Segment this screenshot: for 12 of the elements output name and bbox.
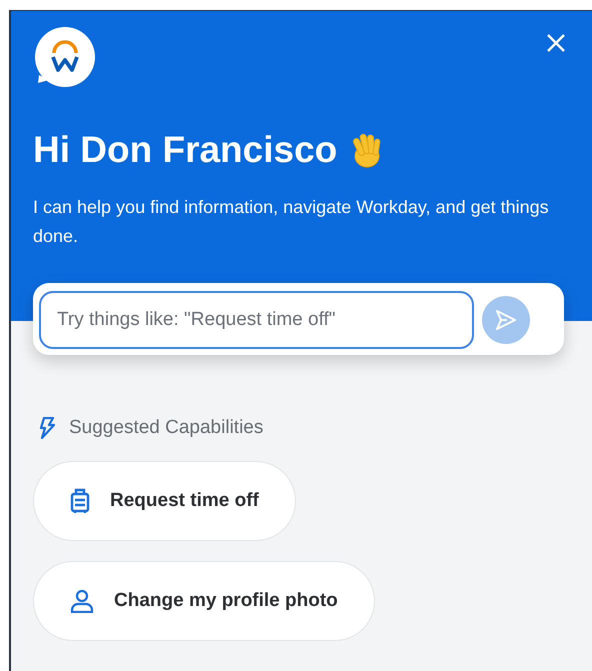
intro-text: I can help you find information, navigate Workday, and get things done. — [33, 196, 550, 248]
send-icon — [494, 308, 518, 332]
suggestion-chip[interactable]: Change my profile photo — [33, 561, 375, 641]
close-icon — [546, 33, 566, 53]
logo-icon — [33, 27, 95, 89]
lightning-icon — [39, 417, 55, 439]
luggage-icon — [70, 488, 90, 514]
person-icon — [70, 589, 94, 613]
prompt-input[interactable]: Try things like: "Request time off" — [39, 291, 474, 349]
greeting-title: Hi Don Francisco — [33, 129, 338, 171]
section-heading: Suggested Capabilities — [69, 417, 264, 439]
suggestion-chip[interactable]: Request time off — [33, 461, 296, 541]
